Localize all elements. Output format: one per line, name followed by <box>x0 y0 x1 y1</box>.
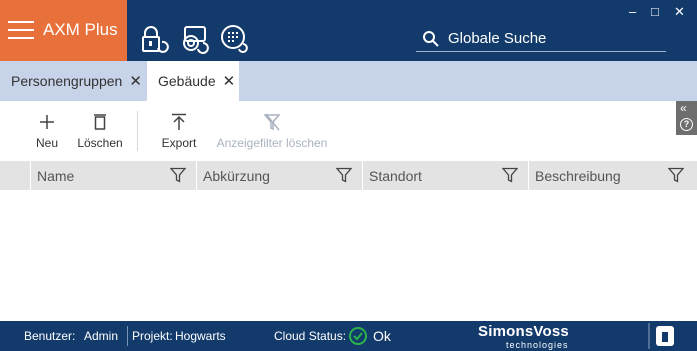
user-label: Benutzer: <box>24 329 76 343</box>
side-panel-toggle[interactable]: « ? <box>676 101 697 135</box>
check-circle-icon <box>349 327 367 345</box>
collapse-chevron-icon[interactable]: « <box>680 102 687 114</box>
logo-main-text: SimonsVoss <box>478 323 569 340</box>
close-icon[interactable]: ✕ <box>223 72 236 90</box>
tab-personengruppen[interactable]: Personengruppen ✕ <box>0 61 146 101</box>
column-header-abkuerzung[interactable]: Abkürzung <box>196 161 362 190</box>
global-search-input[interactable]: Globale Suche <box>416 26 666 52</box>
project-label: Projekt: <box>132 329 173 343</box>
column-label: Standort <box>369 167 422 184</box>
column-header-standort[interactable]: Standort <box>362 161 528 190</box>
export-icon <box>172 113 186 130</box>
minimize-button[interactable]: – <box>629 5 636 18</box>
maximize-button[interactable]: □ <box>651 5 659 18</box>
toolbar: Neu Löschen Export Anzeigefilter löschen <box>0 101 697 159</box>
logo-sub-text: technologies <box>506 340 569 350</box>
filter-icon[interactable] <box>502 167 518 183</box>
card-sync-icon[interactable] <box>180 24 210 54</box>
delete-button[interactable]: Löschen <box>74 111 126 155</box>
app-name: AXM Plus <box>43 20 118 39</box>
filter-icon[interactable] <box>336 167 352 183</box>
status-bar: Benutzer: Admin Projekt: Hogwarts Cloud … <box>0 321 697 351</box>
title-bar: AXM Plus – □ ✕ Globale Suche <box>0 0 697 61</box>
export-label: Export <box>161 136 197 150</box>
filter-icon[interactable] <box>668 167 684 183</box>
cloud-status-label: Cloud Status: <box>274 329 347 343</box>
help-icon[interactable]: ? <box>680 118 693 131</box>
search-placeholder: Globale Suche <box>448 30 547 47</box>
tab-label: Gebäude <box>158 73 216 89</box>
row-selector-header <box>0 161 30 190</box>
new-label: Neu <box>35 136 58 150</box>
column-header-name[interactable]: Name <box>30 161 196 190</box>
tab-label: Personengruppen <box>11 73 123 89</box>
cloud-status-value: Ok <box>373 328 391 344</box>
table-header: Name Abkürzung Standort Beschreibung <box>0 161 697 190</box>
project-value: Hogwarts <box>175 329 226 343</box>
filter-off-icon <box>263 113 281 131</box>
clear-filter-label: Anzeigefilter löschen <box>216 136 328 150</box>
simonsvoss-logo: SimonsVoss technologies <box>478 323 600 350</box>
column-label: Beschreibung <box>535 167 621 184</box>
plus-icon <box>40 115 54 129</box>
column-label: Name <box>37 167 75 184</box>
clear-filter-button[interactable]: Anzeigefilter löschen <box>214 111 330 155</box>
app-brand: AXM Plus <box>0 0 127 61</box>
toolbar-divider <box>137 111 138 151</box>
keypad-sync-icon[interactable] <box>220 24 250 54</box>
lock-sync-icon[interactable] <box>140 24 170 54</box>
tab-bar: Personengruppen ✕ Gebäude ✕ <box>0 61 697 101</box>
tab-gebaeude[interactable]: Gebäude ✕ <box>147 61 239 101</box>
close-button[interactable]: ✕ <box>674 5 685 18</box>
hamburger-menu-icon[interactable] <box>8 21 34 41</box>
simonsvoss-mark-icon <box>648 323 674 349</box>
table-body <box>0 190 697 321</box>
filter-icon[interactable] <box>170 167 186 183</box>
column-label: Abkürzung <box>203 167 270 184</box>
search-icon <box>423 30 439 47</box>
export-button[interactable]: Export <box>158 111 200 155</box>
trash-icon <box>94 114 106 130</box>
delete-label: Löschen <box>77 136 123 150</box>
close-icon[interactable]: ✕ <box>129 72 142 90</box>
status-divider <box>127 326 128 346</box>
user-value: Admin <box>84 329 119 343</box>
new-button[interactable]: Neu <box>32 111 62 155</box>
column-header-beschreibung[interactable]: Beschreibung <box>528 161 694 190</box>
